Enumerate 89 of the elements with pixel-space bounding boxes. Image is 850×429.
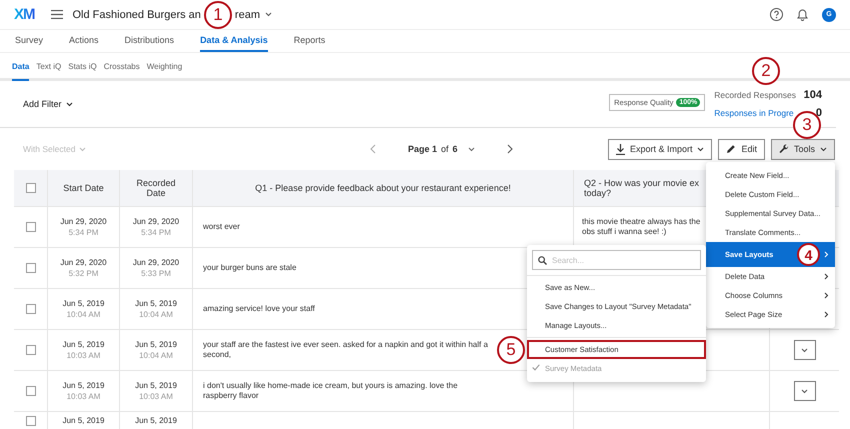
date-text: Jun 5, 2019 — [62, 381, 104, 390]
nav-tab[interactable]: Distributions — [124, 30, 174, 52]
stat-label: Recorded Responses — [714, 90, 796, 100]
tools-button[interactable]: Tools — [770, 138, 835, 160]
column-header: today? — [584, 188, 612, 198]
sub-tab[interactable]: Weighting — [146, 53, 182, 81]
date-text: Jun 29, 2020 — [60, 217, 107, 226]
project-title[interactable]: Old Fashioned Burgers an — [72, 8, 201, 20]
chevron-right-icon — [824, 311, 829, 318]
time-text: 10:04 AM — [139, 310, 173, 319]
chevron-down-icon — [66, 102, 73, 106]
time-text: 5:32 PM — [68, 269, 98, 278]
row-menu-button[interactable] — [794, 381, 816, 401]
add-filter-button[interactable]: Add Filter — [23, 99, 73, 109]
time-text: 10:03 AM — [66, 392, 100, 401]
nav-tab[interactable]: Reports — [294, 30, 326, 52]
responses-link[interactable]: Responses in Progre — [714, 108, 796, 118]
chevron-down-icon — [468, 146, 475, 152]
sub-tab[interactable]: Stats iQ — [68, 53, 97, 81]
date-text: Jun 5, 2019 — [135, 416, 177, 425]
step-number-badge: 2 — [752, 57, 780, 85]
time-text: 10:04 AM — [139, 351, 173, 360]
checkbox[interactable] — [26, 263, 36, 273]
time-text: 10:03 AM — [139, 392, 173, 401]
time-text: 10:04 AM — [66, 310, 100, 319]
date-text: Jun 5, 2019 — [62, 340, 104, 349]
step-number-badge: 1 — [204, 0, 232, 28]
chevron-down-icon — [801, 388, 808, 394]
bell-icon[interactable] — [797, 8, 808, 20]
time-text: 5:34 PM — [68, 228, 98, 237]
chevron-right-icon — [824, 273, 829, 280]
response-text: your burger buns are stale — [202, 263, 296, 273]
time-text: 5:34 PM — [141, 228, 171, 237]
pencil-icon — [726, 144, 736, 154]
checkbox[interactable] — [26, 304, 36, 314]
stat-value: 104 — [802, 89, 822, 101]
date-text: Jun 29, 2020 — [132, 258, 180, 267]
response-text: worst ever — [202, 222, 240, 232]
column-header: Q1 - Please provide feedback about your restaurant experience! — [255, 183, 511, 193]
checkbox[interactable] — [26, 183, 36, 193]
help-icon[interactable] — [770, 8, 783, 21]
chevron-down-icon — [820, 146, 827, 152]
chevron-down-icon — [697, 146, 704, 152]
date-text: Jun 5, 2019 — [62, 416, 104, 425]
sub-tab[interactable]: Text iQ — [36, 53, 62, 81]
step-number-badge: 4 — [797, 243, 820, 266]
sub-tab[interactable]: Data — [12, 53, 30, 81]
time-text: 5:33 PM — [141, 269, 171, 278]
edit-button[interactable]: Edit — [718, 138, 765, 160]
wrench-icon — [778, 144, 789, 154]
download-icon — [616, 144, 625, 154]
search-field[interactable]: Search... — [532, 250, 701, 270]
page-selector[interactable]: Page 1 of 6 — [408, 144, 458, 154]
chevron-down-icon — [79, 146, 86, 152]
date-text: Jun 29, 2020 — [60, 258, 107, 267]
export-button[interactable]: Export & Import — [608, 138, 712, 160]
menu-icon[interactable] — [50, 10, 62, 19]
next-page-icon[interactable] — [506, 144, 513, 154]
chevron-down-icon — [801, 348, 808, 352]
checkbox[interactable] — [26, 386, 36, 396]
time-text: 10:03 AM — [66, 351, 100, 360]
nav-tab[interactable]: Actions — [69, 30, 99, 52]
chevron-down-icon — [264, 12, 272, 17]
date-text: Jun 5, 2019 — [62, 299, 104, 308]
checkbox[interactable] — [26, 222, 36, 232]
column-header: Q2 - How was your movie ex — [584, 178, 700, 188]
nav-tab[interactable]: Survey — [15, 30, 44, 52]
search-icon — [538, 256, 547, 265]
sub-tab[interactable]: Crosstabs — [104, 53, 140, 81]
response-text: i don't usually like home-made ice cream, but yours is amazing. love the raspberry flavor — [202, 381, 459, 401]
checkbox[interactable] — [26, 345, 36, 355]
nav-tab[interactable]: Data & Analysis — [200, 30, 268, 52]
checkmark-icon — [532, 364, 540, 371]
column-header: Start Date — [63, 183, 104, 193]
chevron-right-icon — [824, 292, 829, 299]
date-text: Jun 5, 2019 — [135, 340, 177, 349]
response-text: this movie theatre always has the obs stuff i wanna see! :) — [581, 217, 702, 237]
project-title[interactable]: ream — [234, 8, 260, 20]
row-menu-button[interactable] — [794, 340, 816, 360]
previous-page-icon[interactable] — [370, 144, 376, 154]
stat-value: 0 — [814, 107, 822, 119]
date-text: Jun 5, 2019 — [135, 299, 177, 308]
date-text: Jun 29, 2020 — [132, 217, 180, 226]
column-header: Recorded Date — [135, 178, 177, 198]
response-text: amazing service! love your staff — [202, 304, 315, 314]
checkbox[interactable] — [26, 416, 36, 426]
response-text: your staff are the fastest ive ever seen. asked for a napkin and got it within half a second, — [202, 340, 488, 360]
chevron-right-icon — [824, 251, 829, 258]
date-text: Jun 5, 2019 — [135, 381, 177, 390]
